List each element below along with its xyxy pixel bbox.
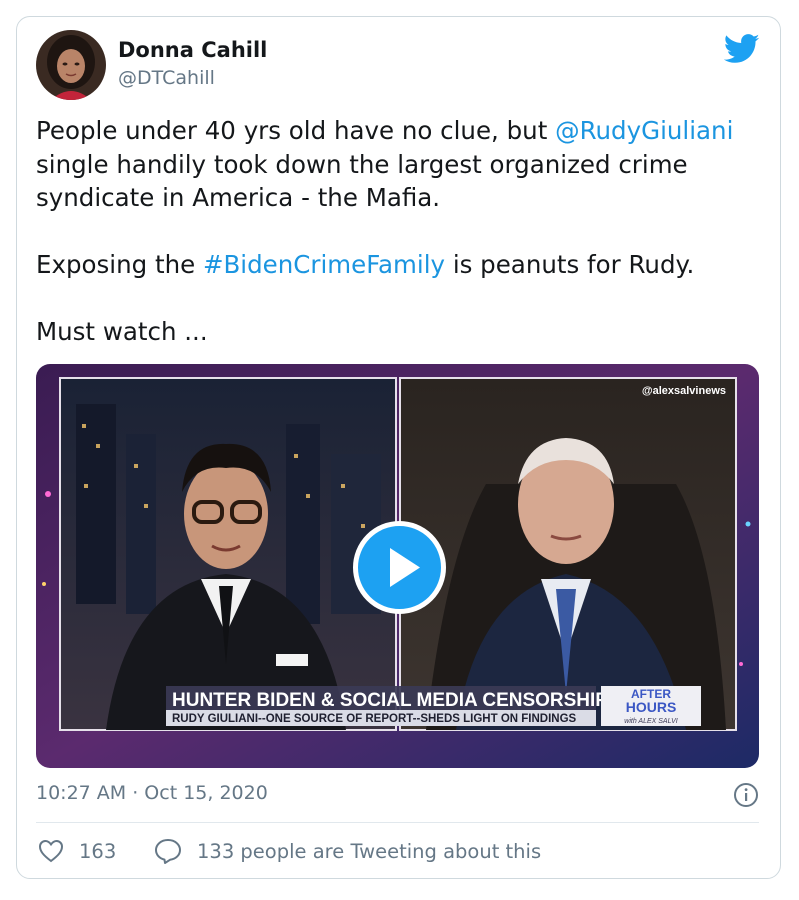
speech-bubble-icon[interactable] — [154, 838, 182, 865]
tweet-text-segment: single handily took down the largest org… — [36, 149, 688, 213]
tweet-paragraph-1: People under 40 yrs old have no clue, bu… — [36, 114, 766, 215]
hashtag-link[interactable]: #BidenCrimeFamily — [203, 250, 445, 279]
show-logo-line2: HOURS — [626, 699, 677, 715]
like-count[interactable]: 163 — [79, 840, 116, 863]
tweet-timestamp[interactable]: 10:27 AM · Oct 15, 2020 — [36, 782, 268, 804]
divider — [36, 822, 759, 823]
heart-icon[interactable] — [38, 839, 64, 863]
info-icon[interactable] — [733, 782, 759, 808]
tweeting-about-this-link[interactable]: 133 people are Tweeting about this — [197, 840, 541, 863]
play-button[interactable] — [352, 520, 447, 615]
avatar[interactable] — [36, 30, 106, 100]
video-subheadline: RUDY GIULIANI--ONE SOURCE OF REPORT--SHE… — [172, 713, 577, 725]
tweet-paragraph-3: Must watch ... — [36, 317, 208, 346]
tweet-text-segment: People under 40 yrs old have no clue, bu… — [36, 116, 556, 145]
play-icon[interactable] — [352, 520, 447, 615]
show-logo-line3: with ALEX SALVI — [624, 718, 677, 725]
video-watermark: @alexsalvinews — [642, 385, 726, 397]
twitter-logo-icon[interactable] — [723, 34, 760, 64]
author-handle[interactable]: @DTCahill — [118, 67, 215, 89]
tweet-text: People under 40 yrs old have no clue, bu… — [36, 114, 766, 349]
tweet-text-segment: is peanuts for Rudy. — [445, 250, 695, 279]
mention-link[interactable]: @RudyGiuliani — [555, 116, 733, 145]
author-display-name[interactable]: Donna Cahill — [118, 38, 267, 62]
video-headline: HUNTER BIDEN & SOCIAL MEDIA CENSORSHIP — [172, 690, 608, 711]
tweet-text-segment: Exposing the — [36, 250, 203, 279]
tweet-paragraph-2: Exposing the #BidenCrimeFamily is peanut… — [36, 248, 766, 282]
